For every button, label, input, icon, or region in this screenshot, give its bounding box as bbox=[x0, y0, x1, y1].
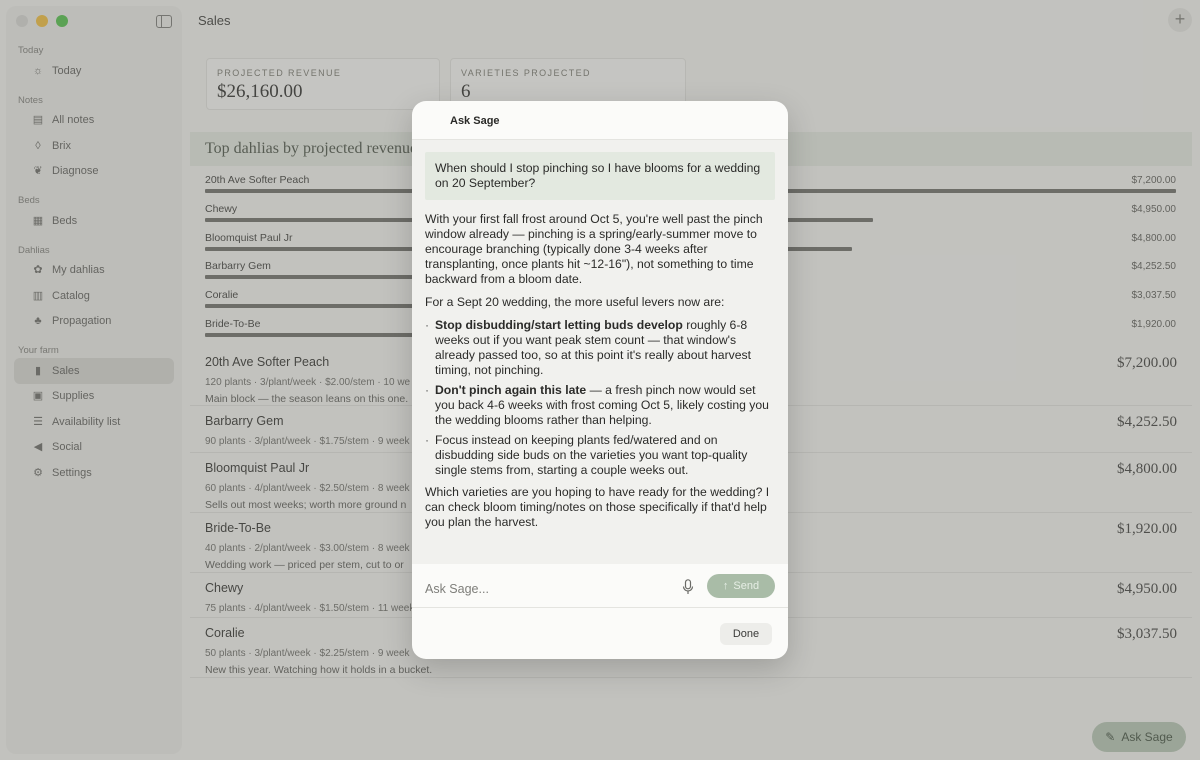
reply-paragraph: For a Sept 20 wedding, the more useful l… bbox=[425, 295, 725, 309]
divider bbox=[412, 607, 788, 608]
reply-bullet: Focus instead on keeping plants fed/wate… bbox=[425, 433, 775, 478]
reply-bullet: Stop disbudding/start letting buds devel… bbox=[425, 318, 775, 378]
reply-bullet: Don't pinch again this late — a fresh pi… bbox=[425, 383, 775, 428]
reply-paragraph: With your first fall frost around Oct 5,… bbox=[425, 212, 763, 286]
bullet-text: Focus instead on keeping plants fed/wate… bbox=[435, 433, 748, 477]
user-message: When should I stop pinching so I have bl… bbox=[425, 152, 775, 200]
bullet-bold: Stop disbudding/start letting buds devel… bbox=[435, 318, 683, 332]
assistant-message: With your first fall frost around Oct 5,… bbox=[425, 212, 775, 530]
send-label: Send bbox=[733, 580, 760, 592]
arrow-up-icon: ↑ bbox=[722, 580, 729, 592]
microphone-icon[interactable] bbox=[682, 579, 694, 595]
composer: ↑ Send bbox=[412, 566, 788, 608]
reply-paragraph: Which varieties are you hoping to have r… bbox=[425, 485, 770, 529]
send-button[interactable]: ↑ Send bbox=[707, 574, 775, 598]
dialog-title: Ask Sage bbox=[450, 115, 500, 127]
ask-sage-dialog: Ask Sage When should I stop pinching so … bbox=[412, 101, 788, 659]
chat-transcript: When should I stop pinching so I have bl… bbox=[412, 140, 788, 564]
done-button[interactable]: Done bbox=[720, 623, 772, 645]
reply-list: Stop disbudding/start letting buds devel… bbox=[425, 318, 775, 478]
bullet-bold: Don't pinch again this late bbox=[435, 383, 587, 397]
ask-input[interactable] bbox=[425, 575, 665, 603]
